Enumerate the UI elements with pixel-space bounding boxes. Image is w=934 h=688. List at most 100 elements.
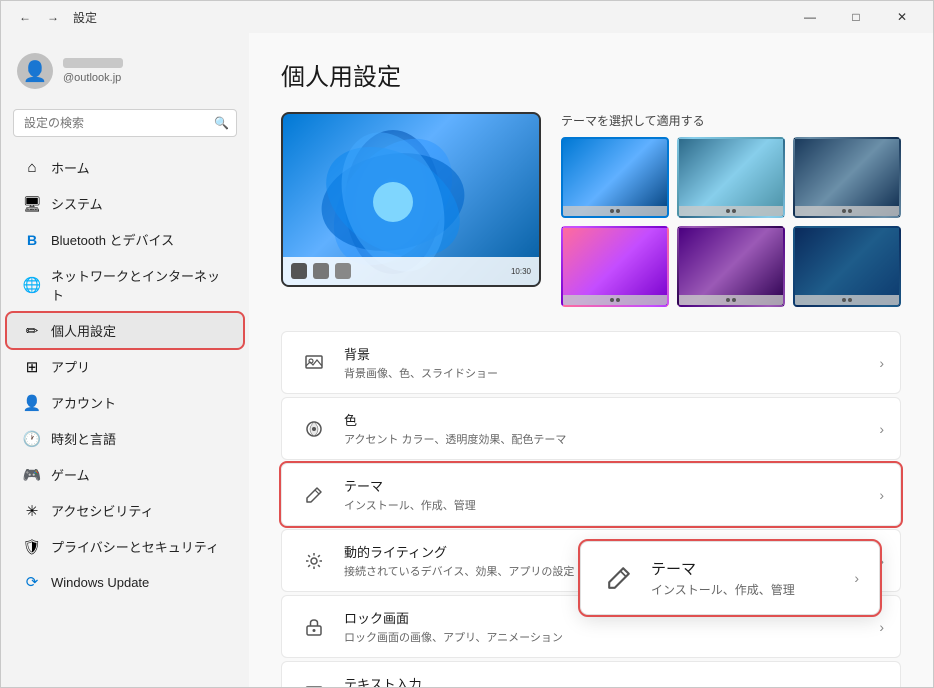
- sidebar-item-windows-update[interactable]: ⟳ Windows Update: [7, 565, 243, 599]
- theme-tooltip-popup[interactable]: テーマ インストール、作成、管理 ›: [580, 541, 880, 615]
- taskbar-time: 10:30: [511, 267, 531, 276]
- minimize-button[interactable]: —: [787, 1, 833, 33]
- apps-icon: ⊞: [23, 358, 41, 376]
- thumb-taskbar-2: [679, 206, 783, 216]
- avatar-icon: 👤: [23, 59, 48, 84]
- theme-thumbnails: テーマを選択して適用する: [561, 112, 901, 307]
- thumb-taskbar-6: [795, 295, 899, 305]
- gaming-icon: 🎮: [23, 466, 41, 484]
- tooltip-text: テーマ インストール、作成、管理: [651, 558, 840, 598]
- item-text-background: 背景 背景画像、色、スライドショー: [344, 344, 879, 381]
- tb-dot: [842, 298, 846, 302]
- network-icon: 🌐: [23, 276, 41, 294]
- tooltip-title: テーマ: [651, 558, 840, 579]
- sidebar-item-label: アカウント: [51, 393, 116, 412]
- theme-thumbnail-2[interactable]: [677, 137, 785, 218]
- user-name-bar: [63, 58, 123, 68]
- color-icon: [298, 413, 330, 445]
- sidebar-item-label: システム: [51, 194, 103, 213]
- time-icon: 🕐: [23, 430, 41, 448]
- accounts-icon: 👤: [23, 394, 41, 412]
- arrow-icon-color: ›: [879, 421, 884, 437]
- sidebar-item-accessibility[interactable]: ✳ アクセシビリティ: [7, 493, 243, 528]
- settings-list: 背景 背景画像、色、スライドショー › 色: [281, 331, 901, 687]
- maximize-button[interactable]: □: [833, 1, 879, 33]
- search-box: 🔍: [13, 109, 237, 137]
- sidebar-item-label: ネットワークとインターネット: [51, 266, 227, 304]
- page-title: 個人用設定: [281, 57, 901, 92]
- sidebar-item-bluetooth[interactable]: B Bluetooth とデバイス: [7, 222, 243, 257]
- settings-item-color[interactable]: 色 アクセント カラー、透明度効果、配色テーマ ›: [281, 397, 901, 460]
- settings-item-theme[interactable]: テーマ インストール、作成、管理 › テーマ: [281, 463, 901, 526]
- tooltip-theme-icon: [601, 560, 637, 596]
- avatar: 👤: [17, 53, 53, 89]
- theme-section: 10:30 テーマを選択して適用する: [281, 112, 901, 307]
- personalization-icon: ✏: [23, 322, 41, 340]
- lock-screen-icon: [298, 611, 330, 643]
- theme-thumbnail-3[interactable]: [793, 137, 901, 218]
- settings-item-text-input[interactable]: テキスト入力 タッチ キーボード、音声入力、絵文字など、入力方式エディター ›: [281, 661, 901, 687]
- theme-thumbnail-1[interactable]: [561, 137, 669, 218]
- sidebar-item-network[interactable]: 🌐 ネットワークとインターネット: [7, 258, 243, 312]
- dynamic-lighting-icon: [298, 545, 330, 577]
- windows-update-icon: ⟳: [23, 573, 41, 591]
- taskbar-start-icon: [291, 263, 307, 279]
- tb-dot: [726, 298, 730, 302]
- wallpaper-preview: 10:30: [281, 112, 541, 287]
- sidebar-item-time[interactable]: 🕐 時刻と言語: [7, 421, 243, 456]
- window-controls: — □ ✕: [787, 1, 925, 33]
- privacy-icon: 🛡: [23, 538, 41, 556]
- tb-dot: [848, 298, 852, 302]
- sidebar-item-label: Windows Update: [51, 575, 149, 590]
- tb-dot: [616, 209, 620, 213]
- tb-dot: [726, 209, 730, 213]
- theme-icon: [298, 479, 330, 511]
- arrow-icon-theme: ›: [879, 487, 884, 503]
- theme-thumbnail-5[interactable]: [677, 226, 785, 307]
- arrow-icon-background: ›: [879, 355, 884, 371]
- theme-select-label: テーマを選択して適用する: [561, 112, 901, 129]
- item-title-background: 背景: [344, 344, 879, 363]
- system-icon: 🖥: [23, 195, 41, 213]
- search-input[interactable]: [13, 109, 237, 137]
- sidebar-item-home[interactable]: ⌂ ホーム: [7, 150, 243, 185]
- taskbar-preview: 10:30: [283, 257, 539, 285]
- theme-thumbnail-6[interactable]: [793, 226, 901, 307]
- settings-window: ← → 設定 — □ ✕ 👤 @outlook.jp: [0, 0, 934, 688]
- sidebar-item-privacy[interactable]: 🛡 プライバシーとセキュリティ: [7, 529, 243, 564]
- sidebar-item-label: アクセシビリティ: [51, 501, 154, 520]
- main-panel: 個人用設定: [249, 33, 933, 687]
- item-title-color: 色: [344, 410, 879, 429]
- back-button[interactable]: ←: [13, 6, 37, 28]
- theme-thumbnail-4[interactable]: [561, 226, 669, 307]
- background-icon: [298, 347, 330, 379]
- user-email: @outlook.jp: [63, 72, 123, 84]
- tb-dot: [848, 209, 852, 213]
- sidebar-item-system[interactable]: 🖥 システム: [7, 186, 243, 221]
- titlebar-nav: ← →: [13, 6, 65, 28]
- settings-item-background[interactable]: 背景 背景画像、色、スライドショー ›: [281, 331, 901, 394]
- arrow-icon-dynamic-lighting: ›: [879, 553, 884, 569]
- tb-dot: [610, 298, 614, 302]
- arrow-icon-text-input: ›: [879, 685, 884, 688]
- sidebar-item-label: アプリ: [51, 357, 90, 376]
- tooltip-arrow-icon: ›: [854, 570, 859, 586]
- sidebar-item-accounts[interactable]: 👤 アカウント: [7, 385, 243, 420]
- titlebar: ← → 設定 — □ ✕: [1, 1, 933, 33]
- item-title-theme: テーマ: [344, 476, 879, 495]
- user-info: @outlook.jp: [63, 58, 123, 84]
- item-title-text-input: テキスト入力: [344, 674, 879, 687]
- thumbnail-grid: [561, 137, 901, 307]
- sidebar-item-label: 個人用設定: [51, 321, 116, 340]
- forward-button[interactable]: →: [41, 6, 65, 28]
- sidebar-item-apps[interactable]: ⊞ アプリ: [7, 349, 243, 384]
- close-button[interactable]: ✕: [879, 1, 925, 33]
- sidebar-item-label: 時刻と言語: [51, 429, 116, 448]
- item-desc-lock-screen: ロック画面の画像、アプリ、アニメーション: [344, 629, 879, 645]
- home-icon: ⌂: [23, 159, 41, 177]
- search-icon: 🔍: [214, 116, 229, 130]
- sidebar-item-gaming[interactable]: 🎮 ゲーム: [7, 457, 243, 492]
- sidebar-item-label: ホーム: [51, 158, 90, 177]
- tb-dot: [616, 298, 620, 302]
- sidebar-item-personalization[interactable]: ✏ 個人用設定: [7, 313, 243, 348]
